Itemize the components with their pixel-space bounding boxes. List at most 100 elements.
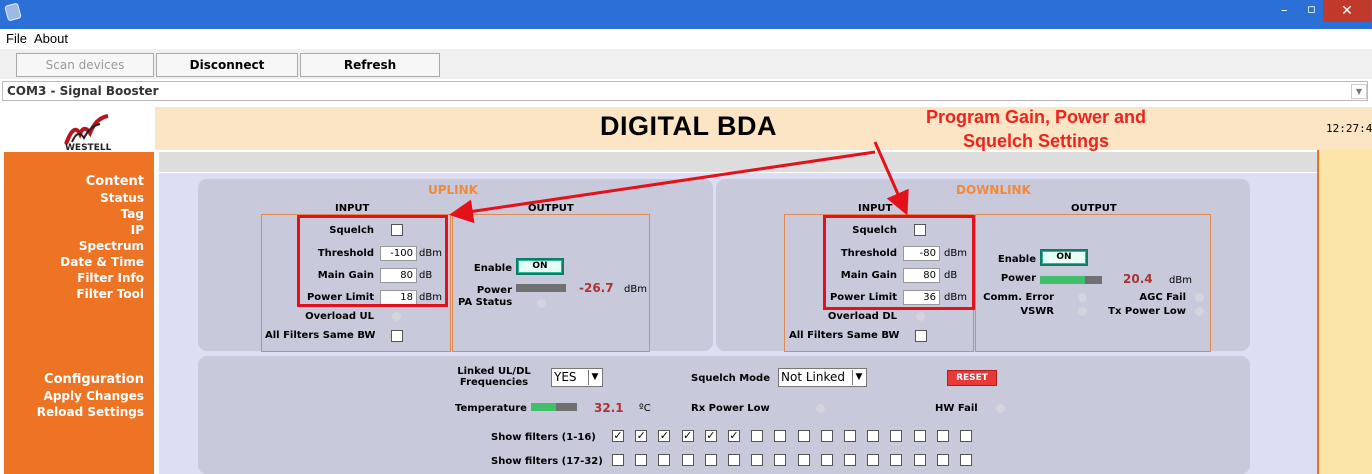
info-bar [159, 152, 1318, 172]
linked-freq-label: Linked UL/DL Frequencies [457, 366, 531, 388]
rx-power-low-led [816, 404, 825, 413]
uplink-filters-bw-checkbox[interactable] [391, 330, 403, 342]
show-filter-ext-checkbox-11[interactable] [844, 454, 856, 466]
port-select-value: COM3 - Signal Booster [7, 84, 159, 98]
show-filter-ext-checkbox-9[interactable] [797, 454, 810, 466]
disconnect-button[interactable]: Disconnect [156, 53, 298, 77]
linked-freq-select[interactable]: YES ▼ [551, 368, 603, 387]
uplink-highlight-box [297, 215, 448, 307]
show-filter-checkbox-12[interactable] [867, 430, 880, 442]
uplink-power-unit: dBm [624, 284, 647, 295]
show-filter-checkbox-3[interactable]: ✓ [658, 430, 671, 442]
show-filter-checkbox-15[interactable] [936, 430, 949, 442]
uplink-output-heading: OUTPUT [528, 203, 574, 214]
downlink-vswr-led [1078, 307, 1087, 316]
sidebar-item-tag[interactable]: Tag [121, 207, 144, 221]
sidebar-item-status[interactable]: Status [100, 191, 144, 205]
show-filter-ext-checkbox-7[interactable] [751, 454, 764, 466]
menu-file[interactable]: File [6, 31, 27, 46]
downlink-tx-low-led [1195, 307, 1204, 316]
show-filter-checkbox-4[interactable]: ✓ [681, 430, 694, 442]
show-filter-checkbox-9[interactable] [797, 430, 810, 442]
chevron-down-icon[interactable]: ▼ [1351, 84, 1367, 99]
uplink-power-value: -26.7 [579, 281, 614, 295]
downlink-tx-low-label: Tx Power Low [1108, 306, 1186, 317]
menu-bar: File About [0, 29, 1372, 49]
downlink-enable-toggle[interactable]: ON [1040, 249, 1088, 266]
uplink-pa-status-led [537, 299, 546, 308]
squelch-mode-select[interactable]: Not Linked ▼ [778, 368, 867, 387]
downlink-power-unit: dBm [1169, 275, 1192, 286]
show-filter-checkbox-11[interactable] [844, 430, 856, 442]
show-filter-ext-checkbox-16[interactable] [960, 454, 972, 466]
sidebar-item-ip[interactable]: IP [131, 223, 144, 237]
uplink-enable-toggle[interactable]: ON [516, 258, 564, 275]
clock: 12:27:42 [1326, 122, 1372, 135]
downlink-overload-led [916, 312, 925, 321]
downlink-output-heading: OUTPUT [1071, 203, 1117, 214]
sidebar-item-apply-changes[interactable]: Apply Changes [44, 389, 144, 403]
show-filter-ext-checkbox-1[interactable] [612, 454, 624, 466]
uplink-input-heading: INPUT [335, 203, 370, 214]
svg-text:WESTELL: WESTELL [65, 143, 112, 152]
uplink-overload-label: Overload UL [305, 311, 374, 322]
show-filter-checkbox-8[interactable] [774, 430, 787, 442]
minimize-icon[interactable]: – [1281, 3, 1288, 18]
temperature-label: Temperature [455, 403, 527, 414]
show-filter-ext-checkbox-14[interactable] [913, 454, 926, 466]
show-filter-ext-checkbox-10[interactable] [820, 454, 833, 466]
window-titlebar [0, 0, 1372, 29]
show-filter-ext-checkbox-13[interactable] [890, 454, 903, 466]
show-filter-ext-checkbox-6[interactable] [728, 454, 740, 466]
show-filter-checkbox-5[interactable]: ✓ [704, 430, 717, 442]
show-filter-checkbox-13[interactable] [890, 430, 903, 442]
sidebar-item-reload-settings[interactable]: Reload Settings [37, 405, 144, 419]
downlink-power-value: 20.4 [1123, 272, 1153, 286]
downlink-power-bar-fill [1040, 276, 1085, 284]
show-filter-ext-checkbox-2[interactable] [635, 454, 648, 466]
show-filter-checkbox-1[interactable]: ✓ [612, 430, 624, 442]
maximize-icon[interactable]: ▫ [1307, 2, 1316, 17]
downlink-enable-label: Enable [997, 254, 1036, 265]
annotation-callout: Program Gain, Power and Squelch Settings [925, 107, 1147, 151]
chevron-down-icon: ▼ [852, 370, 865, 385]
westell-logo: WESTELL [4, 108, 154, 153]
sidebar-item-date-time[interactable]: Date & Time [60, 255, 144, 269]
show-filter-checkbox-16[interactable] [960, 430, 972, 442]
downlink-highlight-box [823, 215, 975, 310]
downlink-filters-bw-checkbox[interactable] [915, 330, 927, 342]
temperature-bar-fill [531, 403, 557, 411]
sidebar: Content Status Tag IP Spectrum Date & Ti… [4, 152, 154, 474]
show-filter-ext-checkbox-4[interactable] [681, 454, 694, 466]
show-filter-ext-checkbox-8[interactable] [774, 454, 787, 466]
downlink-filters-bw-label: All Filters Same BW [789, 330, 900, 341]
show-filter-checkbox-6[interactable]: ✓ [728, 430, 740, 442]
sidebar-item-filter-info[interactable]: Filter Info [77, 271, 144, 285]
hw-fail-label: HW Fail [935, 403, 978, 414]
scan-devices-button[interactable]: Scan devices [16, 53, 154, 77]
show-filter-ext-checkbox-12[interactable] [867, 454, 880, 466]
show-filter-ext-checkbox-5[interactable] [704, 454, 717, 466]
show-filters-1-label: Show filters (1-16) [491, 432, 596, 443]
filters-1-group: ✓ ✓ ✓ ✓ ✓ ✓ [612, 430, 992, 444]
sidebar-item-filter-tool[interactable]: Filter Tool [76, 287, 144, 301]
chevron-down-icon: ▼ [588, 370, 601, 385]
refresh-button[interactable]: Refresh [300, 53, 440, 77]
show-filter-checkbox-10[interactable] [820, 430, 833, 442]
show-filter-checkbox-2[interactable]: ✓ [635, 430, 648, 442]
port-select[interactable]: COM3 - Signal Booster ▼ [2, 81, 1368, 101]
show-filter-ext-checkbox-15[interactable] [936, 454, 949, 466]
hw-fail-led [996, 404, 1005, 413]
show-filter-checkbox-7[interactable] [751, 430, 764, 442]
reset-button[interactable]: RESET [947, 370, 997, 386]
close-icon[interactable]: ✕ [1323, 0, 1371, 22]
sidebar-heading-configuration: Configuration [44, 372, 144, 387]
downlink-power-label: Power [1000, 273, 1036, 284]
show-filter-ext-checkbox-3[interactable] [658, 454, 671, 466]
menu-about[interactable]: About [34, 31, 68, 46]
sidebar-item-spectrum[interactable]: Spectrum [79, 239, 144, 253]
uplink-filters-bw-label: All Filters Same BW [265, 330, 376, 341]
uplink-power-label: Power [476, 285, 512, 296]
show-filter-checkbox-14[interactable] [913, 430, 926, 442]
uplink-power-bar [516, 284, 566, 292]
